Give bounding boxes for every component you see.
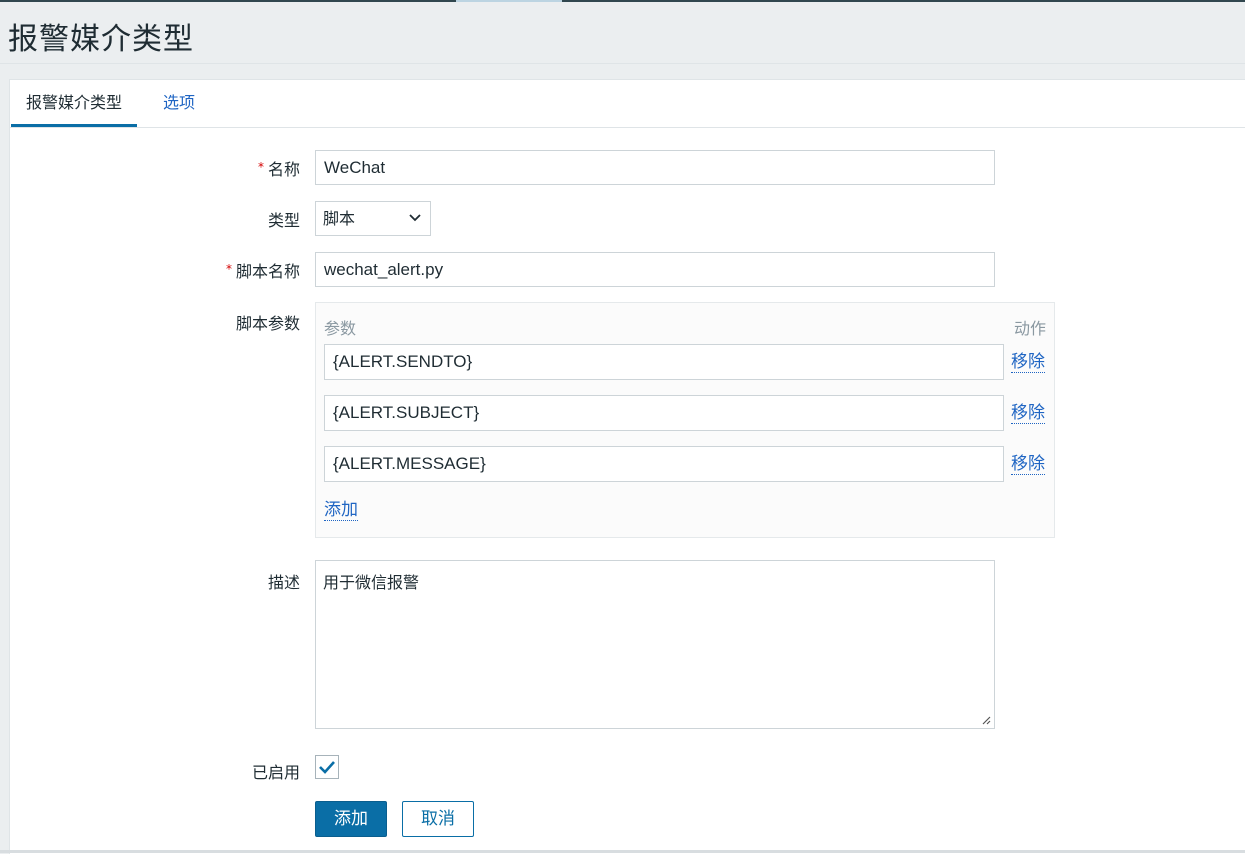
chevron-down-icon (409, 214, 421, 222)
actions-column-header: 动作 (1013, 319, 1046, 338)
add-button[interactable]: 添加 (315, 801, 387, 837)
param-input[interactable] (324, 344, 1004, 380)
type-select-value: 脚本 (323, 209, 356, 228)
page-title: 报警媒介类型 (8, 22, 194, 57)
required-marker: * (257, 160, 264, 174)
cancel-button[interactable]: 取消 (402, 801, 474, 837)
remove-param-link[interactable]: 移除 (1011, 403, 1045, 424)
description-label: 描述 (267, 573, 300, 592)
tab-options[interactable]: 选项 (148, 80, 210, 124)
top-accent-line (0, 0, 1245, 2)
param-input[interactable] (324, 395, 1004, 431)
enabled-label: 已启用 (251, 763, 300, 782)
description-textarea[interactable]: 用于微信报警 (315, 560, 995, 729)
script-name-label: * 脚本名称 (225, 262, 300, 281)
script-params-label: 脚本参数 (235, 314, 300, 333)
params-column-header: 参数 (324, 319, 357, 338)
name-input[interactable] (315, 150, 995, 185)
type-label: 类型 (267, 211, 300, 230)
name-label: * 名称 (257, 160, 300, 179)
required-marker: * (225, 262, 232, 276)
script-name-input[interactable] (315, 252, 995, 287)
type-select[interactable]: 脚本 (315, 201, 431, 236)
remove-param-link[interactable]: 移除 (1011, 454, 1045, 475)
top-highlight (456, 0, 562, 2)
checkmark-icon (319, 761, 335, 774)
script-params-table: 参数 动作 移除 移除 移除 添加 (315, 302, 1055, 538)
header-divider (0, 63, 1245, 64)
add-param-link[interactable]: 添加 (324, 500, 358, 521)
description-text: 用于微信报警 (323, 573, 420, 592)
tab-bar: 报警媒介类型 选项 (10, 80, 1245, 128)
form-panel: 报警媒介类型 选项 *名称 类型 脚本 *脚本名称 脚本参数 参数 动作 移除 … (9, 79, 1245, 854)
remove-param-link[interactable]: 移除 (1011, 352, 1045, 373)
tab-media-type[interactable]: 报警媒介类型 (11, 80, 138, 127)
param-input[interactable] (324, 446, 1004, 482)
resize-grip-icon[interactable] (981, 715, 991, 725)
enabled-checkbox[interactable] (315, 755, 339, 779)
